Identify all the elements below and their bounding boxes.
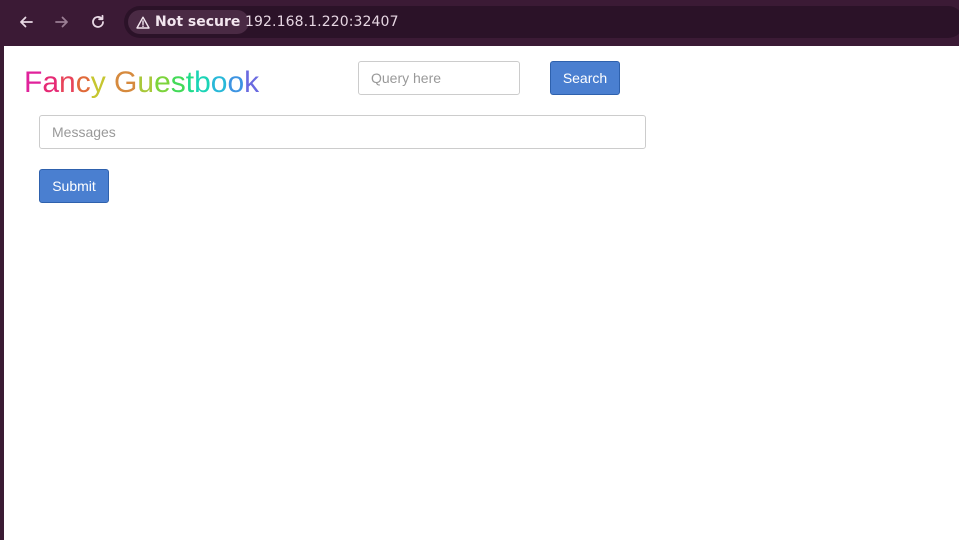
- brand-title: Fancy Guestbook: [24, 66, 259, 100]
- brand-letter: o: [210, 66, 228, 99]
- page-content: Fancy Guestbook Search Submit: [4, 46, 959, 540]
- back-button[interactable]: [15, 11, 37, 33]
- submit-button[interactable]: Submit: [39, 169, 109, 203]
- brand-letter: s: [170, 66, 186, 99]
- reload-button[interactable]: [87, 11, 109, 33]
- forward-button[interactable]: [51, 11, 73, 33]
- brand-letter: a: [42, 66, 60, 99]
- brand-letter: c: [75, 66, 91, 99]
- search-input[interactable]: [358, 61, 520, 95]
- brand-letter: F: [24, 66, 43, 99]
- back-arrow-icon: [20, 16, 33, 28]
- brand-letter: k: [244, 66, 260, 99]
- messages-input[interactable]: [39, 115, 646, 149]
- security-label: Not secure: [155, 14, 241, 30]
- brand-letter: G: [114, 66, 138, 99]
- url-text[interactable]: 192.168.1.220:32407: [245, 14, 399, 30]
- brand-letter: n: [59, 66, 76, 99]
- brand-letter: u: [137, 66, 155, 99]
- forward-arrow-icon: [55, 16, 68, 28]
- search-button[interactable]: Search: [550, 61, 620, 95]
- brand-letter: o: [227, 66, 245, 99]
- brand-letter: b: [194, 66, 211, 99]
- address-bar[interactable]: Not secure 192.168.1.220:32407: [124, 6, 959, 38]
- brand-letter: e: [154, 66, 171, 99]
- brand-letter: [106, 66, 114, 99]
- brand-letter: y: [90, 66, 106, 99]
- browser-toolbar: Not secure 192.168.1.220:32407: [0, 0, 959, 46]
- brand-letter: t: [185, 66, 195, 99]
- security-indicator[interactable]: Not secure: [128, 10, 250, 34]
- warning-triangle-icon: [136, 16, 150, 29]
- reload-icon: [92, 14, 104, 28]
